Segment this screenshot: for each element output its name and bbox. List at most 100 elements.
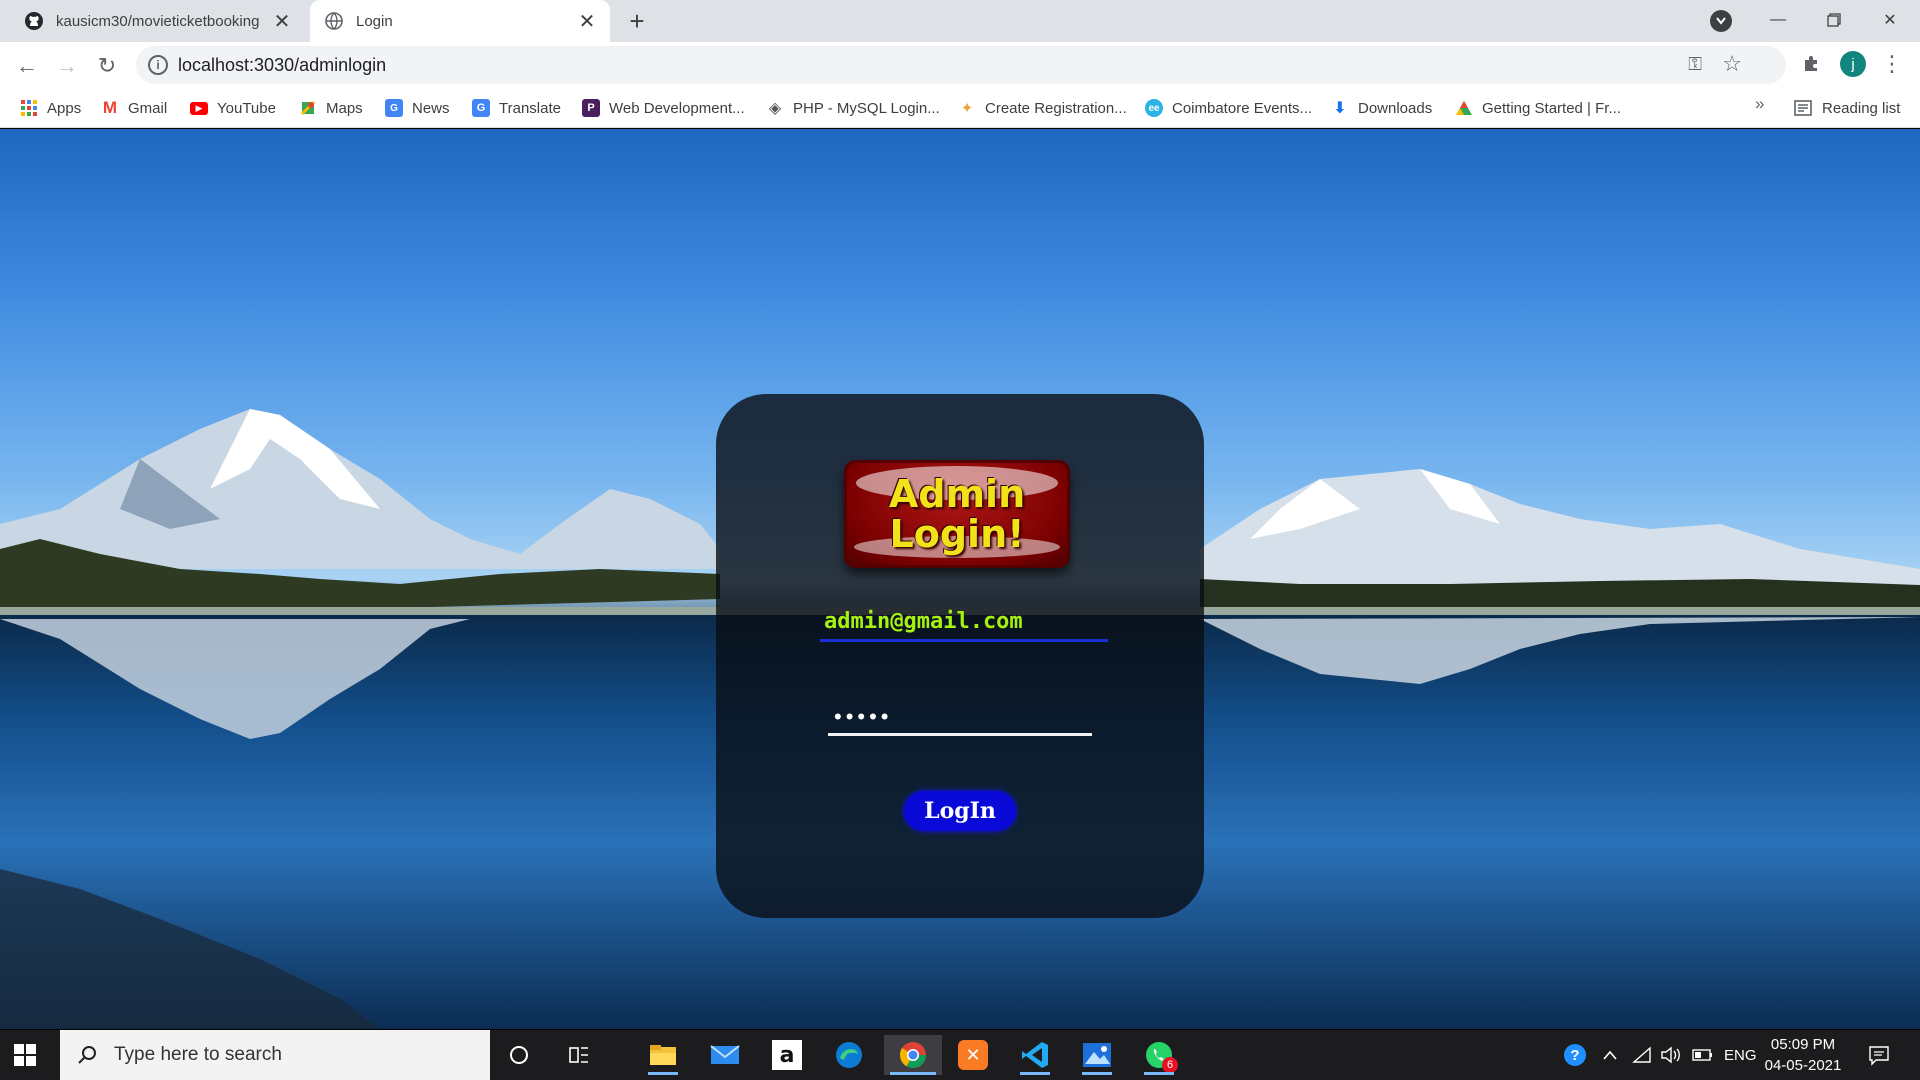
bookmark-label: PHP - MySQL Login... — [793, 99, 940, 117]
forward-arrow-icon[interactable]: → — [51, 50, 83, 82]
svg-text:?: ? — [1570, 1047, 1579, 1064]
bookmark-label: Coimbatore Events... — [1172, 99, 1313, 117]
chevron-up-icon[interactable] — [1602, 1030, 1618, 1080]
close-tab-icon[interactable]: ✕ — [269, 8, 295, 34]
bookmark-maps[interactable]: Maps — [299, 88, 363, 128]
window-close-icon[interactable]: ✕ — [1860, 0, 1920, 40]
bookmark-apps[interactable]: Apps — [20, 88, 81, 128]
volume-icon[interactable] — [1660, 1030, 1682, 1080]
login-card: Admin Login! LogIn — [716, 394, 1204, 918]
tab-title: Login — [356, 12, 393, 30]
reload-icon[interactable]: ↻ — [91, 50, 123, 82]
bookmark-news[interactable]: G News — [385, 88, 450, 128]
bookmark-coimbatore-events[interactable]: ee Coimbatore Events... — [1145, 88, 1312, 128]
file-explorer-icon[interactable] — [642, 1035, 684, 1075]
search-placeholder: Type here to search — [114, 1044, 282, 1065]
tab-title: kausicm30/movieticketbooking — [56, 12, 260, 30]
globe-icon — [324, 11, 344, 31]
cortana-icon[interactable] — [498, 1035, 540, 1075]
maps-icon — [299, 99, 317, 117]
tab-github[interactable]: kausicm30/movieticketbooking ✕ — [10, 0, 305, 42]
bookmarks-overflow-button[interactable]: » — [1755, 94, 1764, 114]
back-arrow-icon[interactable]: ← — [11, 50, 43, 82]
key-icon[interactable]: ⚿ — [1688, 54, 1702, 75]
download-icon: ⬇ — [1333, 100, 1347, 117]
photos-icon[interactable] — [1076, 1035, 1118, 1075]
xampp-icon[interactable]: ✕ — [952, 1035, 994, 1075]
extensions-puzzle-icon[interactable] — [1798, 50, 1824, 76]
bookmark-label: Web Development... — [609, 99, 745, 117]
clock-date: 04-05-2021 — [1764, 1057, 1842, 1074]
github-icon — [24, 11, 44, 31]
bookmark-downloads[interactable]: ⬇ Downloads — [1331, 88, 1432, 128]
page-viewport: Admin Login! LogIn — [0, 129, 1920, 1029]
windows-start-icon[interactable] — [14, 1044, 36, 1066]
bookmark-label: Downloads — [1358, 99, 1433, 117]
battery-icon[interactable] — [1692, 1030, 1714, 1080]
bookmark-web-development[interactable]: P Web Development... — [582, 88, 745, 128]
more-menu-icon[interactable]: ⋮ — [1881, 50, 1903, 78]
browser-toolbar: ← → ↻ i localhost:3030/adminlogin ⚿ ☆ — [0, 42, 1920, 88]
apps-grid-icon — [20, 99, 38, 117]
tab-login[interactable]: Login ✕ — [310, 0, 610, 42]
code-icon: ✦ — [960, 100, 974, 117]
events-icon: ee — [1145, 99, 1163, 117]
bookmark-php-mysql[interactable]: ◈ PHP - MySQL Login... — [766, 88, 940, 128]
bookmark-label: Maps — [326, 99, 363, 117]
clock[interactable]: 05:09 PM 04-05-2021 — [1758, 1034, 1848, 1076]
reading-list-button[interactable]: Reading list — [1794, 88, 1900, 128]
translate-icon: G — [472, 99, 490, 117]
chrome-icon[interactable] — [884, 1035, 942, 1075]
bookmark-translate[interactable]: G Translate — [472, 88, 561, 128]
whatsapp-icon[interactable]: 6 — [1138, 1035, 1180, 1075]
gmail-icon: M — [102, 98, 118, 117]
bookmark-p-icon: P — [582, 99, 600, 117]
minimize-icon[interactable]: — — [1748, 0, 1808, 40]
logo-text: Admin Login! — [844, 474, 1070, 554]
profile-avatar[interactable]: j — [1840, 51, 1866, 77]
bookmark-gmail[interactable]: M Gmail — [101, 88, 167, 128]
bookmark-label: YouTube — [217, 99, 276, 117]
bookmark-label: News — [412, 99, 450, 117]
password-field[interactable] — [828, 700, 1092, 736]
email-field[interactable] — [820, 604, 1108, 642]
url-text[interactable]: localhost:3030/adminlogin — [178, 55, 386, 76]
close-tab-icon[interactable]: ✕ — [574, 8, 600, 34]
edge-icon[interactable] — [828, 1035, 870, 1075]
bookmark-getting-started[interactable]: Getting Started | Fr... — [1455, 88, 1621, 128]
logo-line-1: Admin — [888, 472, 1026, 516]
tab-search-icon[interactable] — [1710, 10, 1732, 32]
triangle-icon — [1455, 99, 1473, 117]
search-icon — [76, 1044, 98, 1066]
bookmark-label: Gmail — [128, 99, 168, 117]
site-info-icon[interactable]: i — [148, 55, 168, 75]
windows-taskbar: Type here to search a ✕ 6 ? ENG 05:09 PM… — [0, 1030, 1920, 1080]
youtube-icon: ▶ — [190, 101, 208, 115]
reading-list-label: Reading list — [1822, 99, 1901, 117]
network-icon[interactable] — [1632, 1030, 1652, 1080]
bookmark-star-icon[interactable]: ☆ — [1722, 51, 1742, 77]
vscode-icon[interactable] — [1014, 1035, 1056, 1075]
clock-time: 05:09 PM — [1770, 1036, 1836, 1053]
bookmark-label: Translate — [499, 99, 561, 117]
help-icon[interactable]: ? — [1562, 1030, 1588, 1080]
mail-icon[interactable] — [704, 1035, 746, 1075]
tab-strip: kausicm30/movieticketbooking ✕ Login ✕ +… — [0, 0, 1920, 42]
news-icon: G — [385, 99, 403, 117]
notifications-icon[interactable] — [1868, 1030, 1890, 1080]
restore-icon[interactable] — [1804, 0, 1864, 40]
language-indicator[interactable]: ENG — [1724, 1030, 1757, 1080]
amazon-icon[interactable]: a — [766, 1035, 808, 1075]
taskbar-search-box[interactable]: Type here to search — [60, 1030, 490, 1080]
login-button[interactable]: LogIn — [904, 791, 1016, 831]
reading-list-icon — [1794, 100, 1812, 116]
task-view-icon[interactable] — [558, 1035, 600, 1075]
bookmark-create-registration[interactable]: ✦ Create Registration... — [958, 88, 1127, 128]
logo-line-2: Login! — [889, 512, 1025, 556]
bookmark-youtube[interactable]: ▶ YouTube — [190, 88, 276, 128]
whatsapp-badge: 6 — [1162, 1057, 1178, 1073]
new-tab-button[interactable]: + — [622, 6, 652, 36]
address-bar[interactable]: i localhost:3030/adminlogin ⚿ ☆ — [136, 46, 1786, 84]
admin-login-logo: Admin Login! — [844, 460, 1070, 568]
bookmark-label: Apps — [47, 99, 82, 117]
